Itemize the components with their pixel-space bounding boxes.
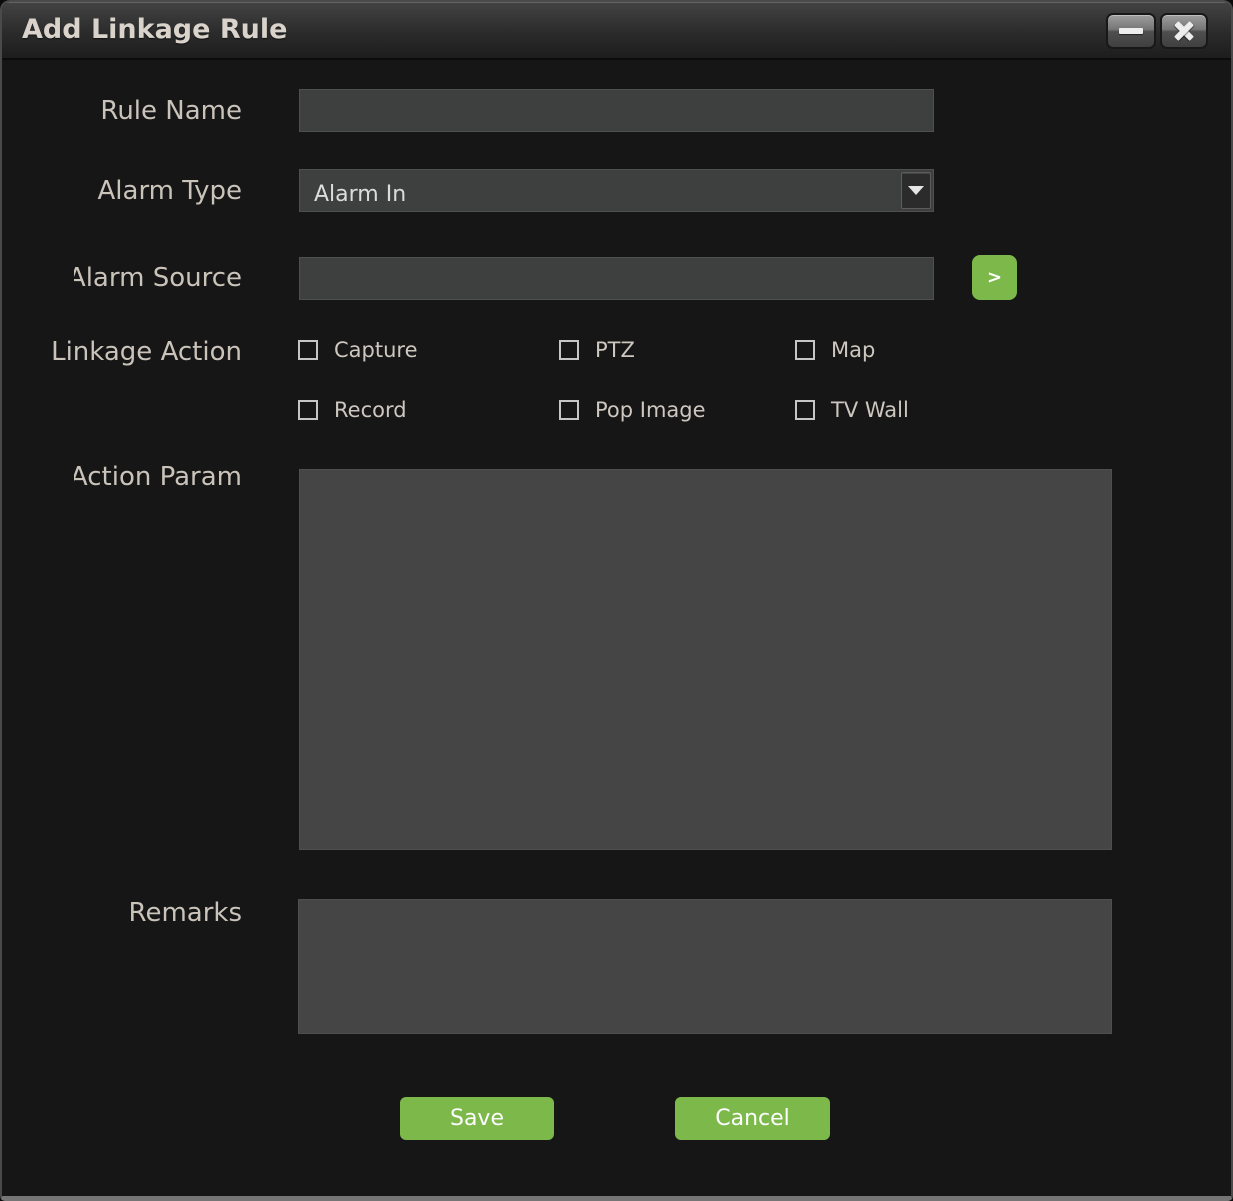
rule-name-input[interactable] [299,89,934,132]
checkbox-item-ptz: PTZ [559,339,635,361]
alarm-type-dropdown[interactable]: Alarm In [299,169,934,212]
tv-wall-checkbox[interactable] [795,400,815,420]
map-checkbox-label: Map [831,338,875,362]
checkbox-item-pop-image: Pop Image [559,399,706,421]
alarm-type-dropdown-button[interactable] [901,172,931,209]
close-button[interactable] [1160,13,1208,49]
minimize-button[interactable] [1106,13,1156,49]
alarm-source-browse-button[interactable]: > [972,255,1017,300]
chevron-right-icon: > [987,267,1002,288]
dialog-title: Add Linkage Rule [22,2,287,58]
record-checkbox-label: Record [334,398,407,422]
record-checkbox[interactable] [298,400,318,420]
minimize-icon [1119,28,1143,34]
linkage-action-label-box: Linkage Action [42,335,242,369]
save-button[interactable]: Save [400,1097,554,1140]
action-param-label: Action Param [74,460,242,494]
alarm-source-input[interactable] [299,257,934,300]
checkbox-item-map: Map [795,339,875,361]
remarks-label: Remarks [129,896,242,930]
alarm-source-label: Alarm Source [74,261,242,295]
alarm-type-label: Alarm Type [98,174,243,208]
alarm-type-selected-value: Alarm In [314,170,406,220]
ptz-checkbox[interactable] [559,340,579,360]
capture-checkbox-label: Capture [334,338,418,362]
map-checkbox[interactable] [795,340,815,360]
titlebar: Add Linkage Rule [2,2,1231,60]
chevron-down-icon [908,186,924,195]
alarm-type-label-box: Alarm Type [42,174,242,208]
checkbox-item-capture: Capture [298,339,418,361]
linkage-action-label: Linkage Action [51,335,242,369]
checkbox-item-tv-wall: TV Wall [795,399,909,421]
checkbox-item-record: Record [298,399,407,421]
remarks-input[interactable] [298,899,1112,1034]
action-param-label-box: Action Param [74,460,242,494]
rule-name-label: Rule Name [100,94,242,128]
close-icon [1172,19,1196,43]
capture-checkbox[interactable] [298,340,318,360]
action-param-panel [299,469,1112,850]
alarm-source-label-box: Alarm Source [74,261,242,295]
remarks-label-box: Remarks [42,896,242,930]
cancel-button[interactable]: Cancel [675,1097,830,1140]
pop-image-checkbox[interactable] [559,400,579,420]
add-linkage-rule-dialog: Add Linkage Rule Rule Name Alarm Type Al… [0,0,1233,1201]
tv-wall-checkbox-label: TV Wall [831,398,909,422]
ptz-checkbox-label: PTZ [595,338,635,362]
pop-image-checkbox-label: Pop Image [595,398,706,422]
rule-name-label-box: Rule Name [42,94,242,128]
